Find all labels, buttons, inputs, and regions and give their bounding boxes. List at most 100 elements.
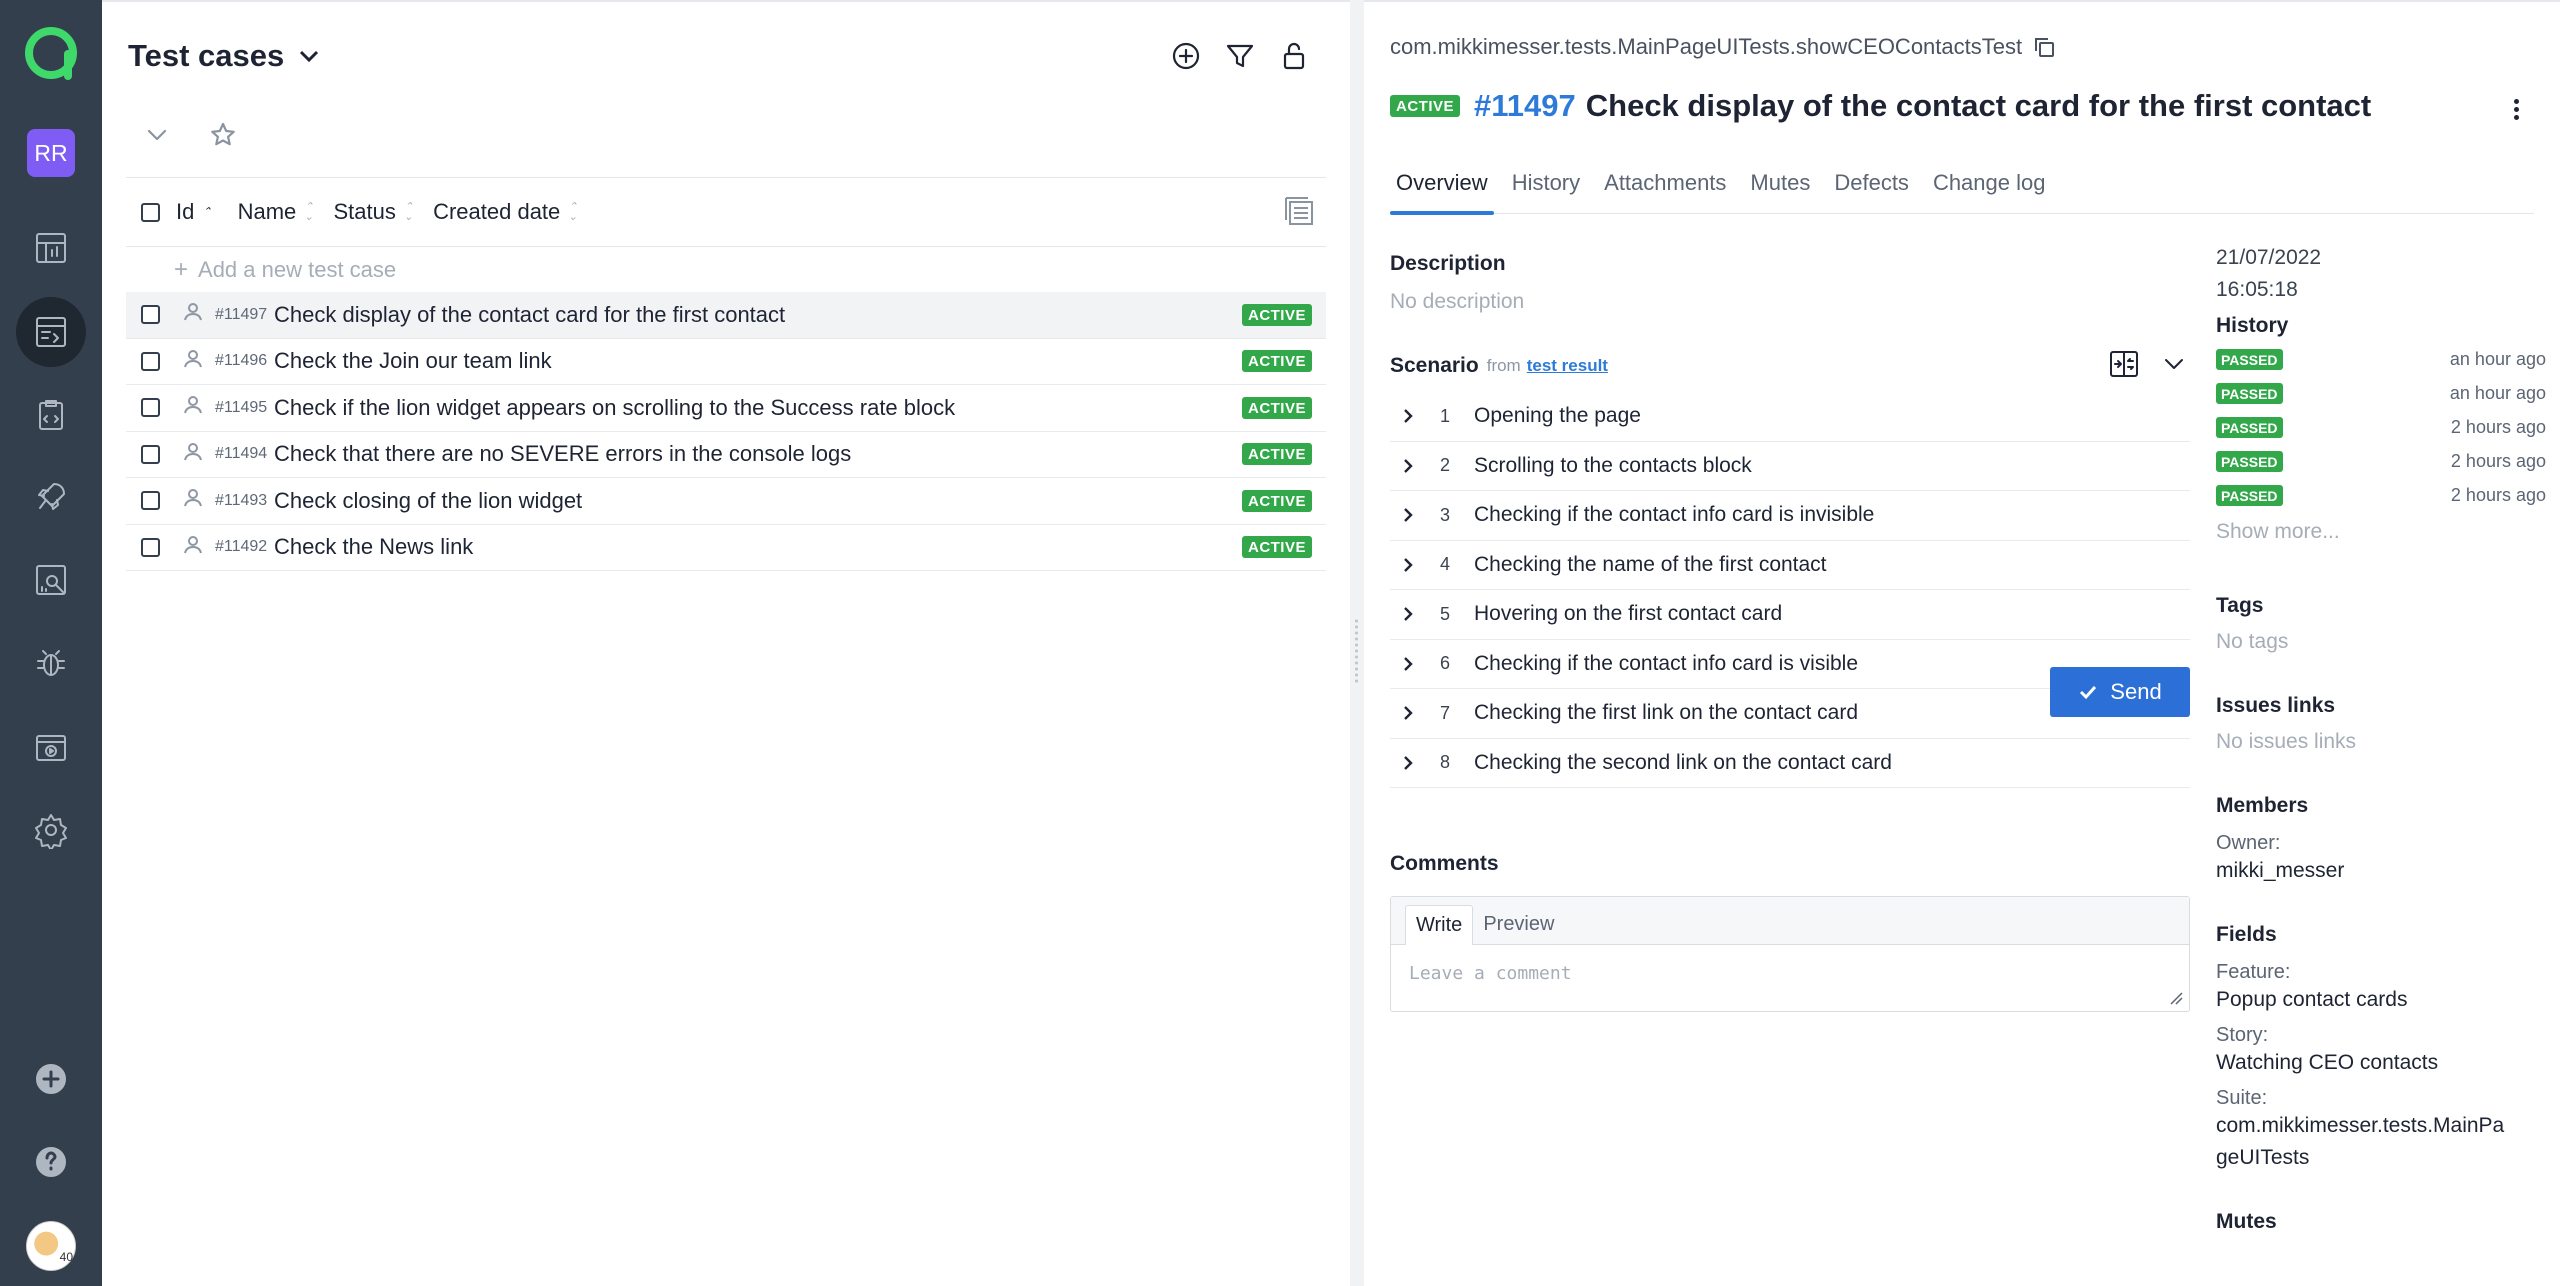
step-number: 1 bbox=[1439, 405, 1450, 426]
unlock-icon[interactable] bbox=[1276, 38, 1312, 74]
scenario-step[interactable]: 2 Scrolling to the contacts block bbox=[1390, 442, 2190, 491]
scenario-step[interactable]: 1 Opening the page bbox=[1390, 392, 2190, 442]
row-id: #11497 bbox=[215, 305, 268, 323]
scenario-compare-icon[interactable] bbox=[2108, 348, 2140, 380]
splitter-grip[interactable] bbox=[1354, 618, 1359, 684]
test-plans-icon[interactable] bbox=[16, 380, 86, 450]
defects-icon[interactable] bbox=[16, 628, 86, 698]
feature-value: Popup contact cards bbox=[2216, 988, 2408, 1011]
chevron-right-icon[interactable] bbox=[1398, 555, 1418, 575]
test-case-detail: com.mikkimesser.tests.MainPageUITests.sh… bbox=[1364, 0, 2560, 1286]
history-item[interactable]: PASSED 2 hours ago bbox=[2216, 478, 2546, 512]
help-icon[interactable] bbox=[16, 1127, 86, 1197]
description-heading: Description bbox=[1390, 252, 1506, 275]
tab-mutes[interactable]: Mutes bbox=[1744, 170, 1816, 214]
row-checkbox[interactable] bbox=[141, 305, 160, 325]
tab-overview[interactable]: Overview bbox=[1390, 170, 1494, 215]
scenario-source-link[interactable]: test result bbox=[1527, 356, 1608, 376]
chevron-down-icon[interactable] bbox=[2158, 348, 2190, 380]
history-item[interactable]: PASSED an hour ago bbox=[2216, 376, 2546, 410]
history-status: PASSED bbox=[2216, 348, 2283, 370]
scenario-step[interactable]: 3 Checking if the contact info card is in… bbox=[1390, 491, 2190, 541]
tab-change-log[interactable]: Change log bbox=[1927, 170, 2052, 214]
test-case-id: #11497 bbox=[1474, 88, 1576, 123]
tab-defects[interactable]: Defects bbox=[1828, 170, 1915, 214]
row-checkbox[interactable] bbox=[141, 537, 160, 557]
send-button[interactable]: Send bbox=[2050, 667, 2190, 717]
column-status[interactable]: Status ⌃ ⌄ bbox=[333, 199, 413, 225]
collapse-chevron-icon[interactable] bbox=[142, 120, 172, 150]
row-checkbox[interactable] bbox=[141, 491, 160, 511]
allure-logo-icon[interactable] bbox=[24, 26, 78, 80]
column-created-date[interactable]: Created date ⌃ ⌄ bbox=[433, 199, 577, 225]
chevron-right-icon[interactable] bbox=[1398, 654, 1418, 674]
launches-icon[interactable] bbox=[16, 462, 86, 532]
column-id[interactable]: Id ⌃ bbox=[176, 199, 212, 225]
scenario-step[interactable]: 5 Hovering on the first contact card bbox=[1390, 590, 2190, 640]
project-badge[interactable]: RR bbox=[27, 129, 75, 177]
settings-icon[interactable] bbox=[16, 795, 86, 865]
table-row[interactable]: #11497 Check display of the contact card… bbox=[126, 292, 1326, 339]
more-options-icon[interactable] bbox=[2512, 96, 2520, 123]
comment-input[interactable]: Leave a comment bbox=[1409, 963, 1572, 984]
history-time: an hour ago bbox=[2449, 382, 2546, 403]
sort-icon: ⌃ ⌄ bbox=[304, 201, 314, 223]
test-cases-panel: Test cases Id ⌃ Name ⌃ ⌄ Status ⌃ ⌄ Create… bbox=[102, 0, 1352, 1286]
history-item[interactable]: PASSED 2 hours ago bbox=[2216, 410, 2546, 444]
column-settings-icon[interactable] bbox=[1284, 196, 1316, 228]
row-checkbox[interactable] bbox=[141, 398, 160, 418]
add-test-case-icon[interactable] bbox=[1168, 38, 1204, 74]
history-item[interactable]: PASSED 2 hours ago bbox=[2216, 444, 2546, 478]
add-icon[interactable] bbox=[16, 1044, 86, 1114]
tab-history[interactable]: History bbox=[1506, 170, 1586, 214]
avatar[interactable]: 40 bbox=[26, 1221, 76, 1271]
step-text: Checking the name of the first contact bbox=[1474, 552, 1827, 576]
analytics-icon[interactable] bbox=[16, 545, 86, 615]
panel-title[interactable]: Test cases bbox=[128, 38, 322, 74]
scenario-step[interactable]: 4 Checking the name of the first contact bbox=[1390, 541, 2190, 590]
scenario-heading: Scenario bbox=[1390, 354, 1479, 377]
dashboard-icon[interactable] bbox=[16, 213, 86, 283]
chevron-down-icon bbox=[300, 50, 319, 63]
star-icon[interactable] bbox=[208, 120, 238, 150]
jobs-icon[interactable] bbox=[16, 712, 86, 782]
filter-icon[interactable] bbox=[1222, 38, 1258, 74]
table-row[interactable]: #11496 Check the Join our team link ACTI… bbox=[126, 339, 1326, 385]
page-title: Check display of the contact card for th… bbox=[1585, 88, 2372, 123]
test-cases-icon[interactable] bbox=[16, 297, 86, 367]
full-path-text: com.mikkimesser.tests.MainPageUITests.sh… bbox=[1390, 34, 2023, 59]
table-row[interactable]: #11492 Check the News link ACTIVE bbox=[126, 525, 1326, 571]
overview-sidebar: 21/07/2022 16:05:18 History PASSED an hou… bbox=[2216, 242, 2546, 1234]
chevron-right-icon[interactable] bbox=[1398, 604, 1418, 624]
tab-write[interactable]: Write bbox=[1405, 905, 1474, 945]
history-item[interactable]: PASSED an hour ago bbox=[2216, 342, 2546, 376]
chevron-right-icon[interactable] bbox=[1398, 753, 1418, 773]
manual-person-icon bbox=[160, 533, 205, 562]
tab-preview[interactable]: Preview bbox=[1473, 905, 1564, 944]
chevron-right-icon[interactable] bbox=[1398, 505, 1418, 525]
select-all-checkbox[interactable] bbox=[141, 202, 160, 222]
history-time: 2 hours ago bbox=[2450, 450, 2546, 471]
table-row[interactable]: #11495 Check if the lion widget appears … bbox=[126, 385, 1326, 432]
scenario-step[interactable]: 8 Checking the second link on the contact… bbox=[1390, 739, 2190, 788]
tab-attachments[interactable]: Attachments bbox=[1598, 170, 1732, 214]
step-number: 4 bbox=[1439, 554, 1450, 575]
history-heading: History bbox=[2216, 314, 2289, 337]
row-checkbox[interactable] bbox=[141, 444, 160, 464]
table-row[interactable]: #11494 Check that there are no SEVERE er… bbox=[126, 432, 1326, 478]
row-checkbox[interactable] bbox=[141, 351, 160, 371]
step-text: Checking if the contact info card is vis… bbox=[1474, 651, 1859, 675]
add-test-case-row[interactable]: + Add a new test case bbox=[126, 247, 1326, 292]
column-name[interactable]: Name ⌃ ⌄ bbox=[238, 199, 314, 225]
history-time: 2 hours ago bbox=[2450, 484, 2546, 505]
story-label: Story: bbox=[2216, 1024, 2269, 1046]
chevron-right-icon[interactable] bbox=[1398, 703, 1418, 723]
suite-label: Suite: bbox=[2216, 1087, 2268, 1109]
chevron-right-icon[interactable] bbox=[1398, 456, 1418, 476]
resize-handle-icon[interactable] bbox=[2169, 991, 2183, 1005]
panel-splitter[interactable] bbox=[1350, 0, 1364, 1286]
copy-icon[interactable] bbox=[2032, 35, 2056, 59]
chevron-right-icon[interactable] bbox=[1398, 406, 1418, 426]
show-more-link[interactable]: Show more... bbox=[2216, 520, 2546, 544]
table-row[interactable]: #11493 Check closing of the lion widget … bbox=[126, 478, 1326, 525]
